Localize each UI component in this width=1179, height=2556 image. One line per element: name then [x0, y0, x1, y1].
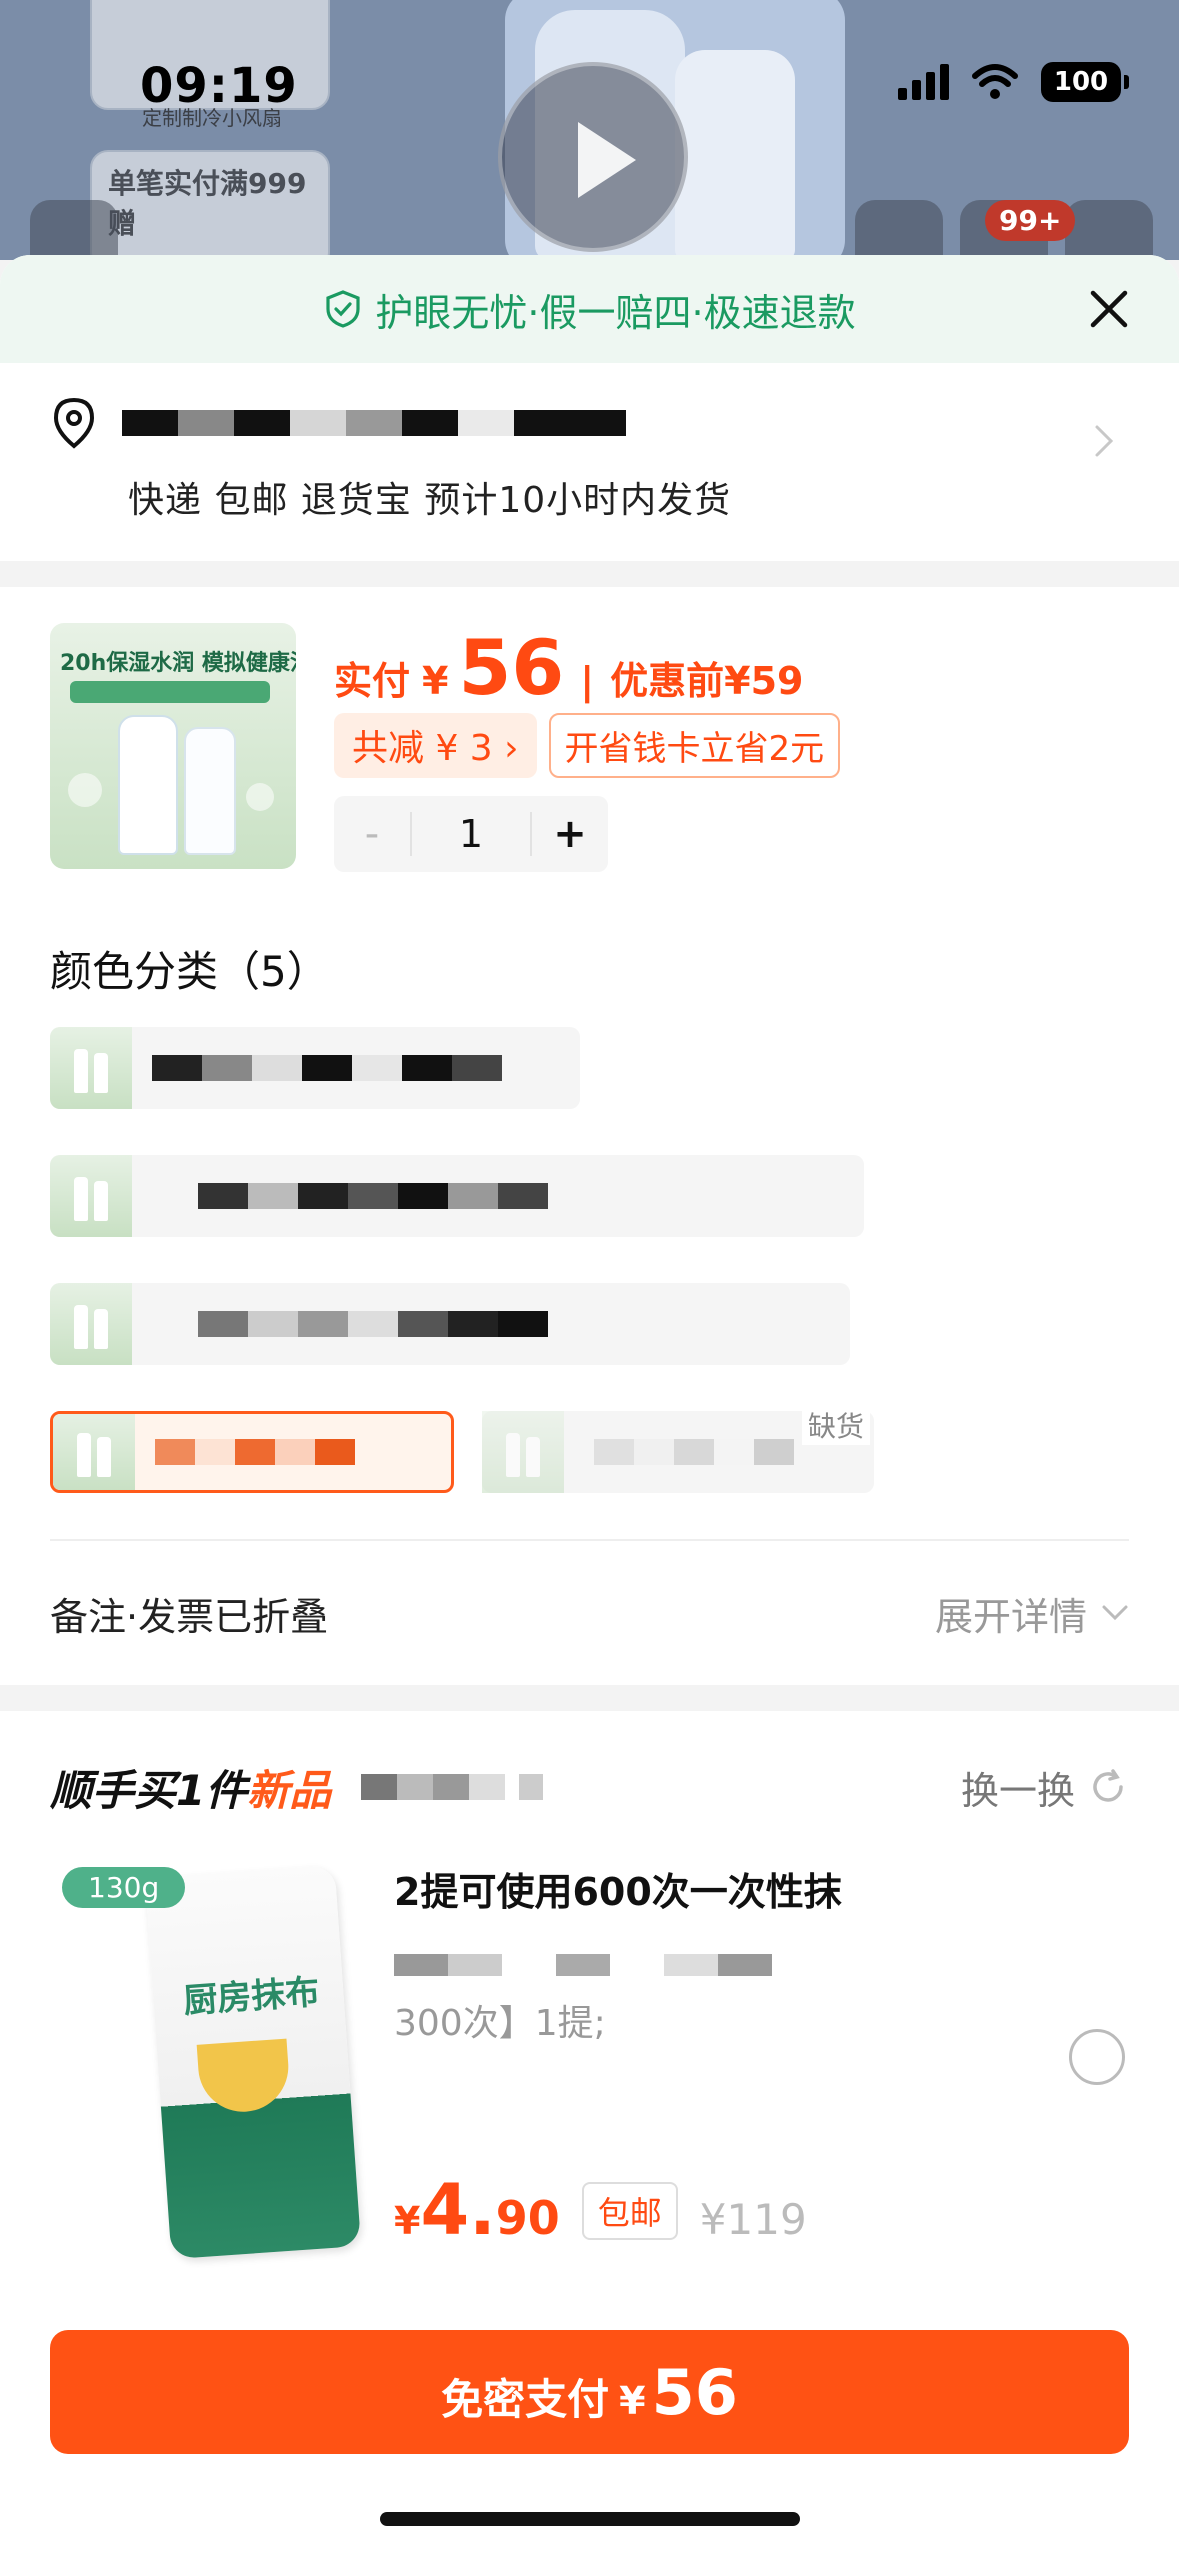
addon-spec-redacted — [394, 1950, 1129, 1980]
variant-thumbnail — [482, 1411, 564, 1493]
variant-label-redacted — [198, 1309, 548, 1339]
variant-label-redacted — [594, 1437, 794, 1467]
product-section: 20h保湿水润 模拟健康泪液 实付 ¥ 56 | 优惠前¥59 共减 ¥ 3 ›… — [0, 587, 1179, 1539]
addon-title-prefix: 顺手买1件 — [50, 1765, 248, 1815]
weight-badge: 130g — [62, 1867, 186, 1908]
price-label: 实付 — [334, 659, 411, 703]
addon-item[interactable]: 130g 厨房抹布 2提可使用600次一次性抹 300次】1提; ¥ 4. 90… — [50, 1859, 1129, 2260]
share-icon — [855, 200, 943, 260]
original-price: 优惠前¥59 — [610, 659, 804, 703]
status-indicators: 100 — [898, 62, 1129, 102]
promo-card-999: 单笔实付满999赠 — [90, 150, 330, 260]
guarantee-banner: 护眼无忧·假一赔四·极速退款 — [0, 255, 1179, 363]
price-line: 实付 ¥ 56 | 优惠前¥59 — [334, 623, 1129, 712]
section-divider — [0, 1685, 1179, 1711]
status-time: 09:19 — [140, 58, 298, 114]
play-icon — [498, 62, 688, 252]
quantity-stepper: - 1 + — [334, 796, 608, 872]
addon-name: 2提可使用600次一次性抹 — [394, 1870, 842, 1914]
checkout-sheet: 护眼无忧·假一赔四·极速退款 快递 包邮 退货宝 预计10小时内发货 20h保湿… — [0, 255, 1179, 2556]
expand-label: 展开详情 — [934, 1594, 1087, 1639]
variant-thumbnail — [50, 1155, 132, 1237]
variant-thumbnail — [53, 1414, 135, 1490]
bottle-image-small — [675, 50, 795, 260]
variant-label-redacted — [155, 1437, 355, 1467]
wipes-package-image: 厨房抹布 — [144, 1864, 362, 2260]
variant-label-redacted — [198, 1181, 548, 1211]
close-icon[interactable] — [1085, 285, 1133, 333]
chevron-down-icon — [1102, 1605, 1128, 1621]
address-selector[interactable]: 快递 包邮 退货宝 预计10小时内发货 — [0, 363, 1179, 561]
more-icon — [1065, 200, 1153, 260]
guarantee-text: 护眼无忧·假一赔四·极速退款 — [375, 290, 856, 335]
remark-label: 备注·发票已折叠 — [50, 1594, 329, 1639]
addon-price-row: ¥ 4. 90 包邮 ¥119 — [394, 2169, 807, 2251]
product-image[interactable]: 20h保湿水润 模拟健康泪液 — [50, 623, 296, 869]
addon-title-new: 新品 — [247, 1765, 332, 1815]
addon-title: 顺手买1件新品 — [50, 1757, 331, 1818]
swap-label: 换一换 — [960, 1768, 1075, 1813]
swap-button[interactable]: 换一换 — [961, 1760, 1129, 1815]
chevron-right-icon — [1095, 425, 1114, 457]
home-indicator[interactable] — [380, 2512, 800, 2526]
battery-icon: 100 — [1041, 62, 1129, 102]
variant-label-redacted — [152, 1053, 502, 1083]
wifi-icon — [972, 64, 1018, 99]
final-price: 56 — [458, 623, 565, 712]
variants-title: 颜色分类（5） — [50, 947, 329, 996]
addon-original-price: ¥119 — [699, 2195, 807, 2244]
variant-option-out-of-stock[interactable]: 缺货 — [482, 1405, 874, 1493]
free-shipping-chip: 包邮 — [581, 2182, 678, 2240]
back-icon — [30, 200, 118, 260]
product-image-tagline: 20h保湿水润 模拟健康泪液 — [60, 651, 296, 676]
pay-currency: ¥ — [619, 2379, 646, 2423]
quantity-value[interactable]: 1 — [410, 812, 532, 856]
price-currency: ¥ — [422, 659, 449, 703]
variant-option-selected[interactable] — [50, 1411, 454, 1493]
refresh-icon — [1093, 1769, 1123, 1802]
promo-title: 单笔实付满999赠 — [108, 167, 307, 240]
expand-details[interactable]: 展开详情 — [935, 1586, 1129, 1641]
pay-amount: 56 — [651, 2356, 738, 2429]
savings-card-offer[interactable]: 开省钱卡立省2元 — [548, 713, 841, 778]
addon-product-image: 130g 厨房抹布 — [50, 1859, 362, 2260]
background-product-page: 定制制冷小风扇 单笔实付满999赠 99+ — [0, 0, 1179, 260]
location-pin-icon — [53, 397, 95, 449]
section-divider — [0, 561, 1179, 587]
variant-option[interactable] — [50, 1155, 864, 1237]
address-redacted — [122, 408, 626, 438]
addon-select-radio[interactable] — [1069, 2029, 1125, 2085]
addon-price-int: 4. — [420, 2169, 496, 2251]
addon-price-currency: ¥ — [394, 2199, 421, 2243]
decrement-button[interactable]: - — [334, 811, 410, 857]
addon-section: 顺手买1件新品 换一换 130g 厨房抹布 2提可使用600次一次性抹 300次… — [0, 1711, 1179, 2260]
discount-chip[interactable]: 共减 ¥ 3 › — [334, 713, 537, 778]
increment-button[interactable]: + — [532, 811, 608, 857]
package-title: 厨房抹布 — [182, 1972, 321, 2022]
remark-row[interactable]: 备注·发票已折叠 展开详情 — [0, 1541, 1179, 1685]
out-of-stock-tag: 缺货 — [801, 1405, 870, 1445]
variant-option[interactable] — [50, 1283, 850, 1365]
addon-spec: 300次】1提; — [394, 2003, 606, 2044]
addon-price-dec: 90 — [495, 2191, 560, 2245]
price-separator: | — [580, 659, 595, 703]
cellular-signal-icon — [898, 64, 949, 100]
addon-subtitle-redacted — [361, 1772, 544, 1802]
delivery-info: 快递 包邮 退货宝 预计10小时内发货 — [128, 480, 732, 521]
variant-thumbnail — [50, 1027, 132, 1109]
variant-thumbnail — [50, 1283, 132, 1365]
shield-check-icon — [326, 290, 361, 328]
variant-option[interactable] — [50, 1027, 580, 1109]
pay-button[interactable]: 免密支付 ¥ 56 — [50, 2330, 1129, 2454]
pay-label: 免密支付 — [441, 2375, 610, 2424]
cart-count-badge: 99+ — [985, 200, 1076, 241]
